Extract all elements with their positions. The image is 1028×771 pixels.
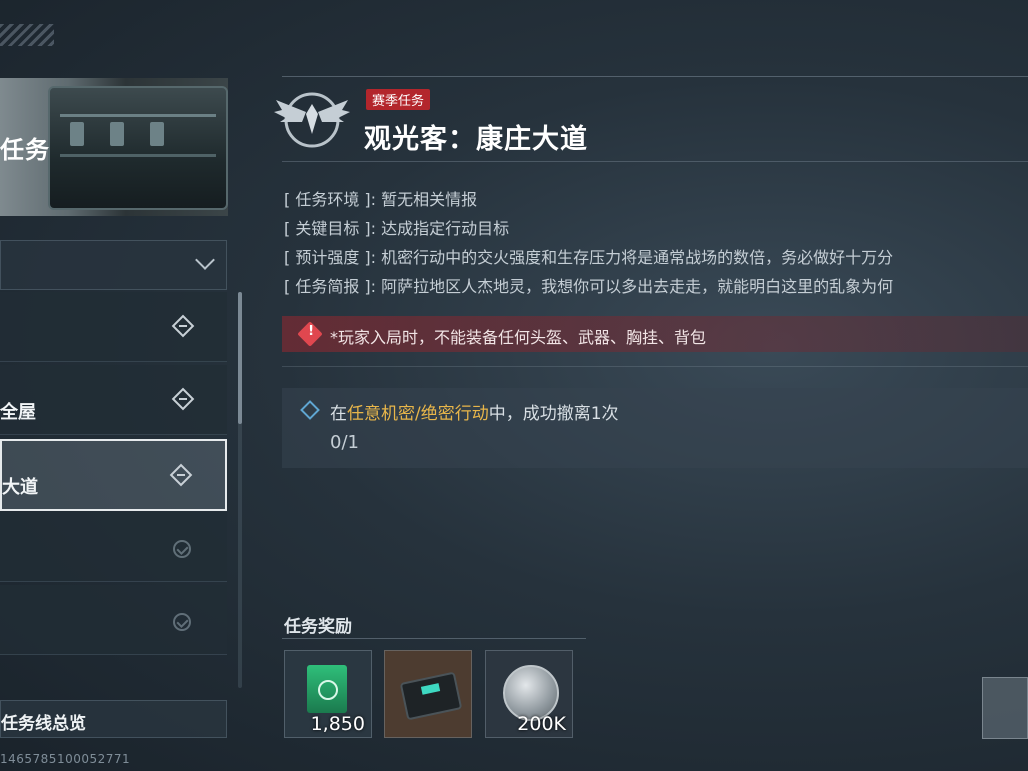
side-action-button[interactable] [982, 677, 1028, 739]
latch-icon [70, 122, 84, 146]
banner-title: 任务 [0, 136, 50, 164]
divider [282, 366, 1028, 367]
divider [282, 638, 586, 639]
info-key: [ 任务简报 ]: [284, 277, 377, 296]
info-value: 机密行动中的交火强度和生存压力将是通常战场的数倍，务必做好十万分 [381, 248, 894, 267]
info-value: 暂无相关情报 [381, 190, 478, 209]
reward-amount: 200K [517, 713, 566, 735]
divider [282, 76, 1028, 77]
objective-suffix: 中，成功撤离1次 [488, 404, 619, 424]
info-row-key-objective: [ 关键目标 ]: 达成指定行动目标 [284, 215, 509, 239]
quest-list-item-selected[interactable]: 大道 [0, 439, 227, 511]
corner-hatch-decoration [0, 24, 54, 46]
objective-highlight: 任意机密/绝密行动 [347, 404, 489, 424]
info-row-intensity: [ 预计强度 ]: 机密行动中的交火强度和生存压力将是通常战场的数倍，务必做好十… [284, 244, 893, 268]
quest-marker-icon [171, 314, 195, 338]
reward-item[interactable]: 1,850 [284, 650, 372, 738]
objective-text: 在任意机密/绝密行动中，成功撤离1次 [330, 399, 619, 424]
info-key: [ 关键目标 ]: [284, 219, 377, 238]
cash-icon [307, 665, 347, 713]
warning-icon [297, 321, 323, 347]
questline-dropdown[interactable] [0, 240, 227, 290]
case-image [48, 86, 228, 210]
info-value: 达成指定行动目标 [381, 219, 510, 238]
quest-marker-icon [171, 387, 195, 411]
info-key: [ 任务环境 ]: [284, 190, 377, 209]
reward-amount: 1,850 [310, 713, 365, 735]
divider [282, 161, 1028, 162]
reward-item[interactable]: 200K [485, 650, 573, 738]
objective-progress: 0/1 [330, 432, 359, 453]
quest-list-item[interactable] [0, 292, 227, 362]
overview-label: 任务线总览 [1, 714, 86, 734]
quest-list-item[interactable]: 全屋 [0, 365, 227, 435]
quest-item-label: 全屋 [0, 402, 36, 423]
season-quest-tag: 赛季任务 [366, 89, 431, 110]
quest-list-item[interactable] [0, 585, 227, 655]
info-row-briefing: [ 任务简报 ]: 阿萨拉地区人杰地灵，我想你可以多出去走走，就能明白这里的乱象… [284, 273, 893, 297]
scrollbar-thumb[interactable] [238, 292, 242, 424]
player-uid: 1465785100052771 [0, 752, 131, 766]
objective-prefix: 在 [330, 404, 347, 424]
chevron-down-icon [195, 250, 215, 270]
quest-title: 观光客：康庄大道 [364, 124, 588, 155]
warning-text: *玩家入局时，不能装备任何头盔、武器、胸挂、背包 [330, 328, 707, 347]
reward-item[interactable] [384, 650, 472, 738]
eagle-emblem-icon [274, 92, 350, 148]
entry-restriction-warning: *玩家入局时，不能装备任何头盔、武器、胸挂、背包 [282, 316, 1028, 352]
gear-case-icon [399, 671, 463, 721]
info-key: [ 预计强度 ]: [284, 248, 377, 267]
latch-icon [150, 122, 164, 146]
questline-overview-button[interactable]: 任务线总览 [0, 700, 227, 738]
quest-item-label: 大道 [2, 477, 38, 498]
completed-check-icon [173, 613, 191, 631]
completed-check-icon [173, 540, 191, 558]
quest-marker-icon [169, 463, 193, 487]
rewards-heading: 任务奖励 [284, 617, 352, 637]
info-value: 阿萨拉地区人杰地灵，我想你可以多出去走走，就能明白这里的乱象为何 [381, 277, 894, 296]
info-row-environment: [ 任务环境 ]: 暂无相关情报 [284, 186, 477, 210]
latch-icon [110, 122, 124, 146]
objective-diamond-icon [300, 400, 320, 420]
quest-list-item[interactable] [0, 512, 227, 582]
objective-card: 在任意机密/绝密行动中，成功撤离1次 0/1 [282, 388, 1028, 468]
